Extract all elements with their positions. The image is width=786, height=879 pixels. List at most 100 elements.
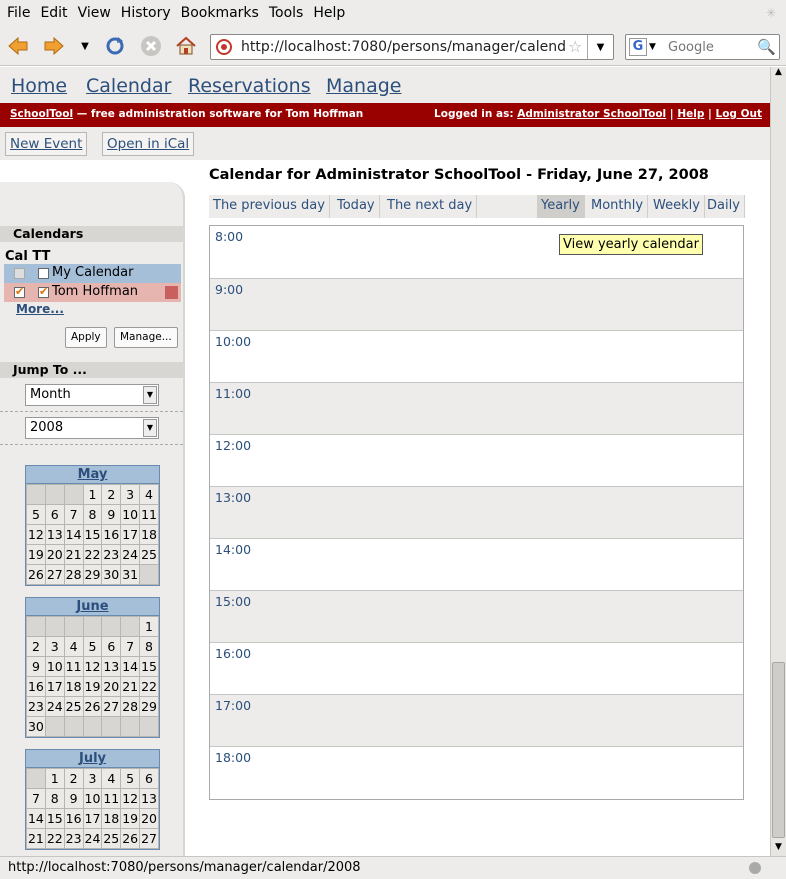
tab-yearly[interactable]: Yearly — [537, 195, 585, 218]
minical-day[interactable]: 21 — [26, 828, 46, 849]
minical-day[interactable]: 20 — [101, 676, 122, 697]
nav-home[interactable]: Home — [11, 75, 67, 97]
minical-day[interactable]: 16 — [26, 676, 46, 697]
jump-period-select[interactable]: Month ▼ — [25, 384, 159, 406]
minical-day[interactable]: 20 — [139, 808, 159, 829]
help-link[interactable]: Help — [677, 108, 704, 120]
minical-day[interactable]: 11 — [139, 504, 159, 525]
reload-button[interactable] — [103, 34, 127, 58]
minical-day[interactable]: 6 — [44, 504, 65, 525]
minical-day[interactable]: 27 — [101, 696, 122, 717]
minical-day[interactable]: 2 — [26, 636, 46, 657]
minical-day[interactable]: 24 — [120, 544, 141, 565]
menu-history[interactable]: History — [116, 5, 176, 21]
history-dropdown-button[interactable]: ▼ — [76, 34, 94, 58]
nav-reservations[interactable]: Reservations — [188, 75, 311, 97]
hour-row[interactable]: 13:00 — [210, 486, 743, 538]
minical-day[interactable]: 6 — [139, 768, 159, 789]
minical-day[interactable]: 3 — [44, 636, 65, 657]
hour-row[interactable]: 12:00 — [210, 434, 743, 486]
minical-day[interactable]: 25 — [63, 696, 84, 717]
minical-day[interactable]: 9 — [26, 656, 46, 677]
url-input[interactable] — [239, 37, 569, 57]
minical-day[interactable]: 2 — [63, 768, 84, 789]
minical-day[interactable]: 14 — [120, 656, 141, 677]
minical-day[interactable]: 18 — [101, 808, 122, 829]
minical-day[interactable]: 9 — [63, 788, 84, 809]
minical-day[interactable]: 5 — [120, 768, 141, 789]
minical-day[interactable]: 12 — [82, 656, 103, 677]
minical-day[interactable]: 20 — [44, 544, 65, 565]
minical-day[interactable]: 29 — [139, 696, 159, 717]
cal-checkbox[interactable] — [14, 285, 25, 298]
menu-help[interactable]: Help — [308, 5, 350, 21]
minical-day[interactable]: 8 — [139, 636, 159, 657]
vertical-scrollbar[interactable]: ▲ ▼ — [770, 67, 786, 856]
scroll-thumb[interactable] — [772, 662, 785, 838]
hour-row[interactable]: 10:00 — [210, 330, 743, 382]
minical-day[interactable]: 25 — [139, 544, 159, 565]
minical-day[interactable]: 24 — [82, 828, 103, 849]
minical-day[interactable]: 18 — [63, 676, 84, 697]
minical-day[interactable]: 23 — [101, 544, 122, 565]
minical-day[interactable]: 1 — [139, 616, 159, 637]
minical-day[interactable]: 7 — [120, 636, 141, 657]
menu-view[interactable]: View — [73, 5, 116, 21]
minical-day[interactable]: 5 — [26, 504, 46, 525]
minical-day[interactable]: 18 — [139, 524, 159, 545]
tab-weekly[interactable]: Weekly — [649, 195, 705, 218]
tab-previous-day[interactable]: The previous day — [209, 195, 330, 218]
minical-day[interactable]: 4 — [139, 484, 159, 505]
minical-day[interactable]: 31 — [120, 564, 141, 585]
minical-day[interactable]: 13 — [139, 788, 159, 809]
minical-day[interactable]: 16 — [101, 524, 122, 545]
minical-day[interactable]: 28 — [63, 564, 84, 585]
minical-month-link[interactable]: May — [26, 466, 159, 484]
menu-file[interactable]: File — [2, 5, 35, 21]
minical-day[interactable]: 26 — [82, 696, 103, 717]
minical-day[interactable]: 16 — [63, 808, 84, 829]
home-button[interactable] — [174, 34, 198, 58]
minical-day[interactable]: 23 — [63, 828, 84, 849]
minical-day[interactable]: 15 — [44, 808, 65, 829]
url-dropdown-button[interactable]: ▼ — [587, 35, 613, 59]
open-in-ical-button[interactable]: Open in iCal — [102, 132, 195, 156]
hour-row[interactable]: 9:00 — [210, 278, 743, 330]
hour-row[interactable]: 15:00 — [210, 590, 743, 642]
new-event-button[interactable]: New Event — [5, 132, 88, 156]
minical-month-link[interactable]: July — [26, 750, 159, 768]
tt-checkbox[interactable] — [38, 268, 49, 279]
minical-day[interactable]: 8 — [82, 504, 103, 525]
minical-day[interactable]: 15 — [139, 656, 159, 677]
minical-day[interactable]: 14 — [63, 524, 84, 545]
hour-row[interactable]: 17:00 — [210, 694, 743, 746]
tab-next-day[interactable]: The next day — [383, 195, 478, 218]
url-bar[interactable]: ☆ ▼ — [210, 34, 614, 60]
minical-day[interactable]: 19 — [26, 544, 46, 565]
tab-today[interactable]: Today — [333, 195, 380, 218]
apply-button[interactable]: Apply — [65, 327, 107, 348]
minical-day[interactable]: 9 — [101, 504, 122, 525]
minical-day[interactable]: 26 — [26, 564, 46, 585]
minical-day[interactable]: 11 — [101, 788, 122, 809]
minical-day[interactable]: 15 — [82, 524, 103, 545]
minical-day[interactable]: 17 — [82, 808, 103, 829]
hour-row[interactable]: 11:00 — [210, 382, 743, 434]
minical-day[interactable]: 6 — [101, 636, 122, 657]
scroll-up-icon[interactable]: ▲ — [771, 67, 786, 81]
minical-day[interactable]: 27 — [44, 564, 65, 585]
hour-row[interactable]: 14:00 — [210, 538, 743, 590]
minical-day[interactable]: 12 — [120, 788, 141, 809]
minical-day[interactable]: 29 — [82, 564, 103, 585]
minical-day[interactable]: 4 — [63, 636, 84, 657]
minical-day[interactable]: 17 — [120, 524, 141, 545]
tab-monthly[interactable]: Monthly — [587, 195, 649, 218]
minical-day[interactable]: 12 — [26, 524, 46, 545]
minical-day[interactable]: 5 — [82, 636, 103, 657]
minical-day[interactable]: 22 — [44, 828, 65, 849]
minical-day[interactable]: 30 — [101, 564, 122, 585]
stop-button[interactable] — [139, 34, 163, 58]
minical-day[interactable]: 3 — [120, 484, 141, 505]
bookmark-star-icon[interactable]: ☆ — [568, 37, 582, 56]
google-engine-icon[interactable]: G — [629, 38, 647, 56]
